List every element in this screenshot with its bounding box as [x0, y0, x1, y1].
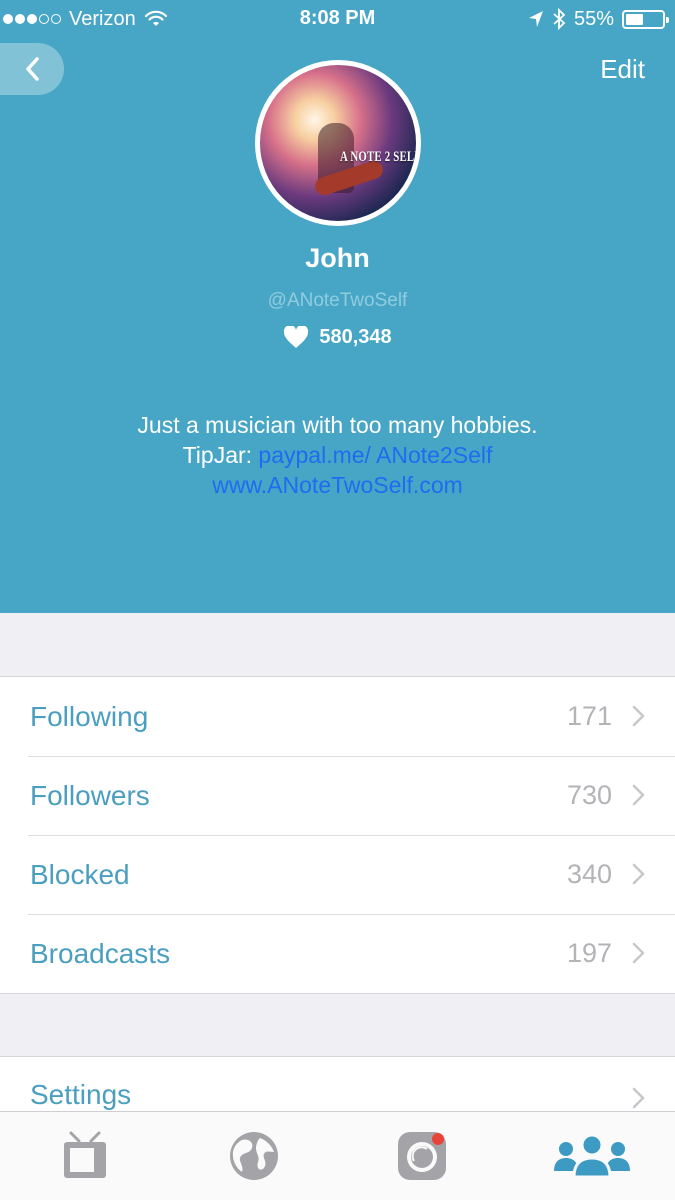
tab-broadcast[interactable]: [392, 1126, 452, 1186]
broadcasts-row[interactable]: Broadcasts 197: [0, 914, 675, 993]
row-count: 171: [566, 701, 612, 731]
row-label: Followers: [30, 779, 150, 811]
location-arrow-icon: [528, 11, 543, 27]
chevron-right-icon: [632, 1087, 645, 1109]
tab-tv[interactable]: [55, 1126, 115, 1186]
row-label: Broadcasts: [30, 937, 171, 969]
camera-broadcast-icon: [398, 1132, 446, 1180]
row-label: Blocked: [30, 858, 130, 890]
profile-bio: Just a musician with too many hobbies. T…: [100, 410, 575, 500]
tv-icon: [64, 1131, 106, 1178]
tab-global[interactable]: [224, 1126, 284, 1186]
edit-button[interactable]: Edit: [600, 54, 645, 85]
profile-handle: @ANoteTwoSelf: [267, 290, 408, 311]
bluetooth-icon: [553, 8, 566, 30]
chevron-left-icon: [26, 57, 39, 81]
row-count: 730: [566, 780, 612, 810]
avatar[interactable]: A NOTE 2 SELF: [255, 60, 421, 226]
chevron-right-icon: [632, 942, 645, 964]
tab-people[interactable]: [552, 1126, 632, 1186]
status-bar: Verizon 8:08 PM 55%: [0, 0, 675, 40]
blocked-row[interactable]: Blocked 340: [0, 835, 675, 914]
profile-name: John: [305, 243, 370, 273]
row-count: 340: [566, 859, 612, 889]
heart-icon: [284, 326, 309, 348]
tab-bar: [0, 1111, 675, 1200]
chevron-right-icon: [632, 705, 645, 727]
row-label: Following: [30, 700, 149, 732]
following-row[interactable]: Following 171: [0, 677, 675, 756]
hearts-value: 580,348: [319, 326, 392, 348]
avatar-logo-text: A NOTE 2 SELF: [340, 149, 421, 165]
profile-stats-list: Following 171 Followers 730 Blocked 340 …: [0, 676, 675, 994]
row-count: 197: [566, 938, 612, 968]
chevron-right-icon: [632, 863, 645, 885]
back-button[interactable]: [0, 43, 64, 95]
battery-percent: 55%: [573, 7, 614, 30]
battery-icon: [622, 9, 669, 29]
chevron-right-icon: [632, 784, 645, 806]
hearts-count: 580,348: [0, 326, 675, 349]
followers-row[interactable]: Followers 730: [0, 756, 675, 835]
settings-label: Settings: [30, 1079, 132, 1110]
profile-header: Verizon 8:08 PM 55% Edit A NOTE 2 SELF J…: [0, 0, 675, 613]
people-icon: [554, 1133, 630, 1179]
globe-icon: [230, 1132, 278, 1180]
